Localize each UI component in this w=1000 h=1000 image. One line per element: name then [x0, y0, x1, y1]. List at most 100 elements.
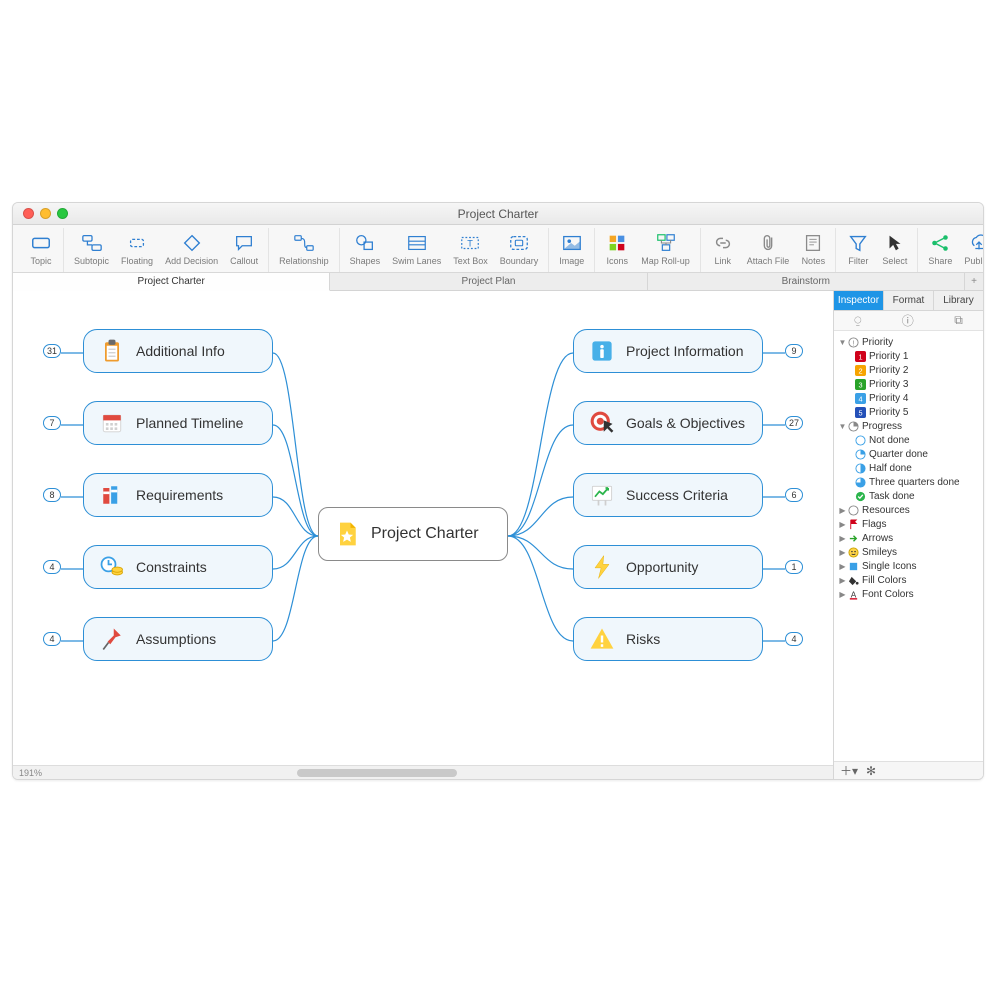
panel-tab-format[interactable]: Format: [884, 291, 934, 310]
tree-item[interactable]: Three quarters done: [836, 475, 981, 489]
toolbar-swimlanes-button[interactable]: Swim Lanes: [386, 228, 447, 272]
child-count-pill[interactable]: 8: [43, 488, 61, 502]
tree-item[interactable]: 1Priority 1: [836, 349, 981, 363]
toolbar-topic-button[interactable]: Topic: [23, 228, 59, 272]
child-count-pill[interactable]: 4: [43, 632, 61, 646]
tree-item[interactable]: Half done: [836, 461, 981, 475]
tree-item[interactable]: Task done: [836, 489, 981, 503]
swimlanes-icon: [406, 232, 428, 254]
tree-icon: 1: [854, 350, 866, 362]
new-tab-button[interactable]: +: [965, 273, 983, 290]
tree-item[interactable]: 2Priority 2: [836, 363, 981, 377]
toolbar-notes-button[interactable]: Notes: [795, 228, 831, 272]
textbox-icon: T: [459, 232, 481, 254]
tree-item[interactable]: 3Priority 3: [836, 377, 981, 391]
subtopic-icon: [81, 232, 103, 254]
toolbar-share-button[interactable]: Share: [922, 228, 958, 272]
child-count-pill[interactable]: 1: [785, 560, 803, 574]
tree-icon: [847, 504, 859, 516]
toolbar-relationship-button[interactable]: Relationship: [273, 228, 335, 272]
node-label: Risks: [626, 631, 660, 647]
tree-item[interactable]: 5Priority 5: [836, 405, 981, 419]
child-count-pill[interactable]: 27: [785, 416, 803, 430]
mindmap-node[interactable]: Requirements: [83, 473, 273, 517]
tree-group[interactable]: ▼Progress: [836, 419, 981, 433]
panel-tab-inspector[interactable]: Inspector: [834, 291, 884, 310]
mindmap-node[interactable]: Goals & Objectives: [573, 401, 763, 445]
maprollup-icon: [655, 232, 677, 254]
mindmap-node[interactable]: Planned Timeline: [83, 401, 273, 445]
tree-group[interactable]: ▼!Priority: [836, 335, 981, 349]
horizontal-scrollbar[interactable]: [67, 768, 833, 778]
toolbar-select-button[interactable]: Select: [876, 228, 913, 272]
mindmap-node[interactable]: Risks: [573, 617, 763, 661]
mindmap-node[interactable]: Assumptions: [83, 617, 273, 661]
document-tab[interactable]: Project Plan: [330, 273, 647, 290]
toolbar-icons-button[interactable]: Icons: [599, 228, 635, 272]
boundary-icon: [508, 232, 530, 254]
tree-group[interactable]: ▶Fill Colors: [836, 573, 981, 587]
tree-group[interactable]: ▶Smileys: [836, 545, 981, 559]
zoom-level[interactable]: 191%: [13, 768, 42, 778]
toolbar-textbox-button[interactable]: TText Box: [447, 228, 494, 272]
panel-icon-link[interactable]: ⧉: [954, 313, 963, 328]
clipboard-icon: [98, 337, 126, 365]
add-marker-button[interactable]: ＋▾: [840, 762, 858, 779]
document-tabs: Project CharterProject PlanBrainstorm+: [13, 273, 983, 291]
mindmap-node[interactable]: Opportunity: [573, 545, 763, 589]
panel-tab-library[interactable]: Library: [934, 291, 983, 310]
child-count-pill[interactable]: 7: [43, 416, 61, 430]
tree-item[interactable]: Not done: [836, 433, 981, 447]
tree-icon: [854, 476, 866, 488]
tree-icon: [847, 420, 859, 432]
child-count-pill[interactable]: 31: [43, 344, 61, 358]
tree-icon: A: [847, 588, 859, 600]
tree-group[interactable]: ▶Arrows: [836, 531, 981, 545]
settings-icon[interactable]: ✻: [866, 764, 876, 778]
title-bar: Project Charter: [13, 203, 983, 225]
info-icon: [588, 337, 616, 365]
tree-item[interactable]: 4Priority 4: [836, 391, 981, 405]
toolbar-image-button[interactable]: Image: [553, 228, 590, 272]
mindmap-node[interactable]: Additional Info: [83, 329, 273, 373]
child-count-pill[interactable]: 6: [785, 488, 803, 502]
share-icon: [929, 232, 951, 254]
window-title: Project Charter: [13, 207, 983, 221]
bolt-icon: [588, 553, 616, 581]
document-tab[interactable]: Brainstorm: [648, 273, 965, 290]
tree-group[interactable]: ▶Flags: [836, 517, 981, 531]
tree-icon: [847, 532, 859, 544]
toolbar-maprollup-button[interactable]: Map Roll-up: [635, 228, 696, 272]
scroll-thumb[interactable]: [297, 769, 457, 777]
mindmap-node[interactable]: Constraints: [83, 545, 273, 589]
toolbar-filter-button[interactable]: Filter: [840, 228, 876, 272]
toolbar-attachfile-button[interactable]: Attach File: [741, 228, 796, 272]
books-icon: [98, 481, 126, 509]
child-count-pill[interactable]: 9: [785, 344, 803, 358]
panel-subicons: ⍜ ⓘ ⧉: [834, 311, 983, 331]
toolbar-adddecision-button[interactable]: Add Decision: [159, 228, 224, 272]
toolbar-boundary-button[interactable]: Boundary: [494, 228, 545, 272]
child-count-pill[interactable]: 4: [43, 560, 61, 574]
panel-icon-tag[interactable]: ⍜: [854, 313, 861, 328]
floating-icon: [126, 232, 148, 254]
document-tab[interactable]: Project Charter: [13, 273, 330, 291]
mindmap-node[interactable]: Project Charter: [318, 507, 508, 561]
toolbar-callout-button[interactable]: Callout: [224, 228, 264, 272]
tree-group[interactable]: ▶Single Icons: [836, 559, 981, 573]
child-count-pill[interactable]: 4: [785, 632, 803, 646]
toolbar-link-button[interactable]: Link: [705, 228, 741, 272]
tree-group[interactable]: ▶Resources: [836, 503, 981, 517]
toolbar-publish-button[interactable]: Publish: [958, 228, 984, 272]
tree-item[interactable]: Quarter done: [836, 447, 981, 461]
tree-icon: [847, 518, 859, 530]
canvas[interactable]: Project Charter Additional Info 31 Planned …: [13, 291, 833, 779]
adddecision-icon: [181, 232, 203, 254]
toolbar-floating-button[interactable]: Floating: [115, 228, 159, 272]
toolbar-subtopic-button[interactable]: Subtopic: [68, 228, 115, 272]
toolbar-shapes-button[interactable]: Shapes: [344, 228, 387, 272]
panel-icon-info[interactable]: ⓘ: [902, 312, 914, 329]
tree-group[interactable]: ▶AFont Colors: [836, 587, 981, 601]
mindmap-node[interactable]: Success Criteria: [573, 473, 763, 517]
mindmap-node[interactable]: Project Information: [573, 329, 763, 373]
